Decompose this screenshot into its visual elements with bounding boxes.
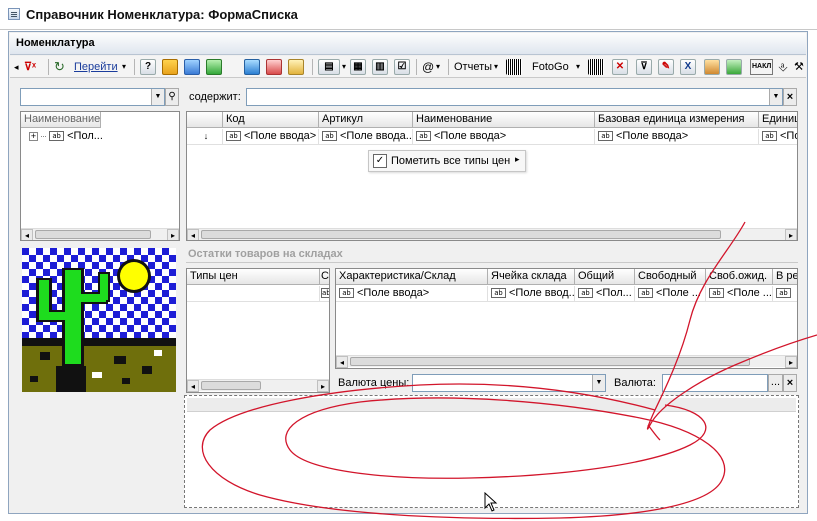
red-annotation-scribble bbox=[201, 221, 817, 520]
